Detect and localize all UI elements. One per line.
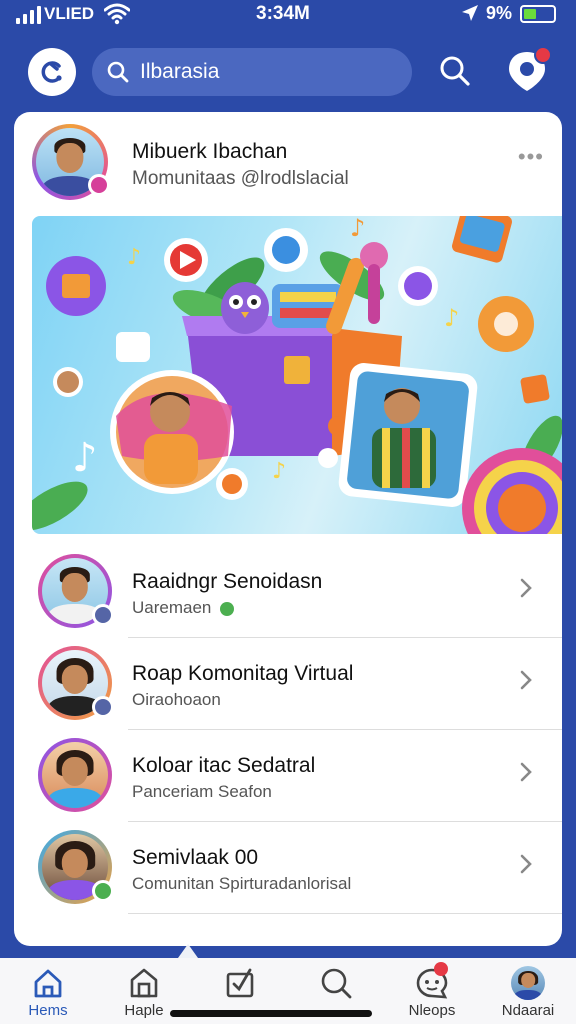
nav-profile[interactable]: Ndaarai <box>480 958 576 1024</box>
app-logo-icon <box>41 61 62 83</box>
list-item-title: Roap Komonitag Virtual <box>132 662 354 685</box>
home-icon <box>34 969 62 998</box>
post-author-avatar[interactable] <box>32 124 110 200</box>
svg-text:♪: ♪ <box>444 304 459 332</box>
list-item[interactable]: Roap Komonitag Virtual Oiraohoaon <box>14 638 562 730</box>
battery-icon <box>520 5 556 23</box>
nav-home-label: Hems <box>28 1002 68 1019</box>
list-item-title: Raaidngr Senoidasn <box>132 570 323 593</box>
online-badge <box>92 604 114 626</box>
post-author-name[interactable]: Mibuerk Ibachan <box>132 140 287 164</box>
list-item-subtitle: Uaremaen <box>132 598 235 618</box>
list-item-avatar <box>38 554 114 628</box>
checkbox-icon <box>226 968 254 998</box>
wifi-icon <box>104 3 130 25</box>
chevron-right-icon <box>520 854 532 874</box>
svg-text:♪: ♪ <box>272 459 286 484</box>
list-item-title: Koloar itac Sedatral <box>132 754 316 777</box>
search-input-text[interactable]: Ilbarasia <box>140 60 219 84</box>
header-search-icon[interactable] <box>438 54 472 88</box>
clock: 3:34M <box>256 3 310 24</box>
more-options-icon[interactable]: ••• <box>518 144 544 170</box>
search-bar[interactable]: Ilbarasia <box>92 48 412 96</box>
notification-badge <box>534 46 552 64</box>
messages-badge <box>434 962 448 976</box>
carrier-name: VLIED <box>44 4 95 23</box>
notification-button[interactable] <box>504 46 552 94</box>
home-indicator <box>170 1010 372 1017</box>
app-header: Ilbarasia <box>0 40 576 104</box>
search-icon <box>107 61 129 83</box>
svg-text:♪: ♪ <box>72 435 98 481</box>
online-badge <box>92 696 114 718</box>
svg-text:♪: ♪ <box>127 245 141 270</box>
list-item[interactable]: Raaidngr Senoidasn Uaremaen <box>14 546 562 638</box>
search-icon <box>321 968 352 999</box>
app-logo-button[interactable] <box>28 48 76 96</box>
nav-profile-label: Ndaarai <box>501 1002 555 1019</box>
post-card: Mibuerk Ibachan Momunitaas @lrodlslacial… <box>14 112 562 946</box>
list-item-avatar <box>38 738 112 812</box>
list-item-subtitle: Panceriam Seafon <box>132 782 272 801</box>
status-bar: VLIED 3:34M 9% <box>0 0 576 30</box>
battery-percent: 9% <box>486 3 513 23</box>
nav-home[interactable]: Hems <box>0 958 96 1024</box>
signal-icon <box>16 6 41 24</box>
list-item[interactable]: Semivlaak 00 Comunitan Spirturadanlorisa… <box>14 822 562 914</box>
nav-messages-label: Nleops <box>408 1002 456 1019</box>
community-list: Raaidngr Senoidasn Uaremaen Roap Komonit… <box>14 546 562 914</box>
nav-messages[interactable]: Nleops <box>384 958 480 1024</box>
post-banner-image[interactable]: ♪ ♪ ♪ ♪ ♪ <box>32 216 562 534</box>
location-icon <box>462 5 478 21</box>
nav-store-label: Haple <box>124 1002 164 1019</box>
list-item-subtitle: Comunitan Spirturadanlorisal <box>132 874 352 893</box>
chevron-right-icon <box>520 762 532 782</box>
status-dot-icon <box>220 601 235 616</box>
list-item-subtitle: Oiraohoaon <box>132 690 221 709</box>
avatar-badge <box>88 174 110 196</box>
online-badge <box>92 880 114 902</box>
chevron-right-icon <box>520 670 532 690</box>
profile-icon <box>511 966 545 1000</box>
list-item-avatar <box>38 646 114 720</box>
svg-text:♪: ♪ <box>350 216 365 242</box>
list-item-avatar <box>38 830 114 904</box>
card-pointer <box>178 944 198 958</box>
list-item[interactable]: Koloar itac Sedatral Panceriam Seafon <box>14 730 562 822</box>
post-author-handle: Momunitaas @lrodlslacial <box>132 168 349 189</box>
list-item-title: Semivlaak 00 <box>132 846 259 869</box>
chevron-right-icon <box>520 578 532 598</box>
banner-illustration: ♪ ♪ ♪ ♪ ♪ <box>32 216 562 534</box>
store-icon <box>130 968 158 998</box>
